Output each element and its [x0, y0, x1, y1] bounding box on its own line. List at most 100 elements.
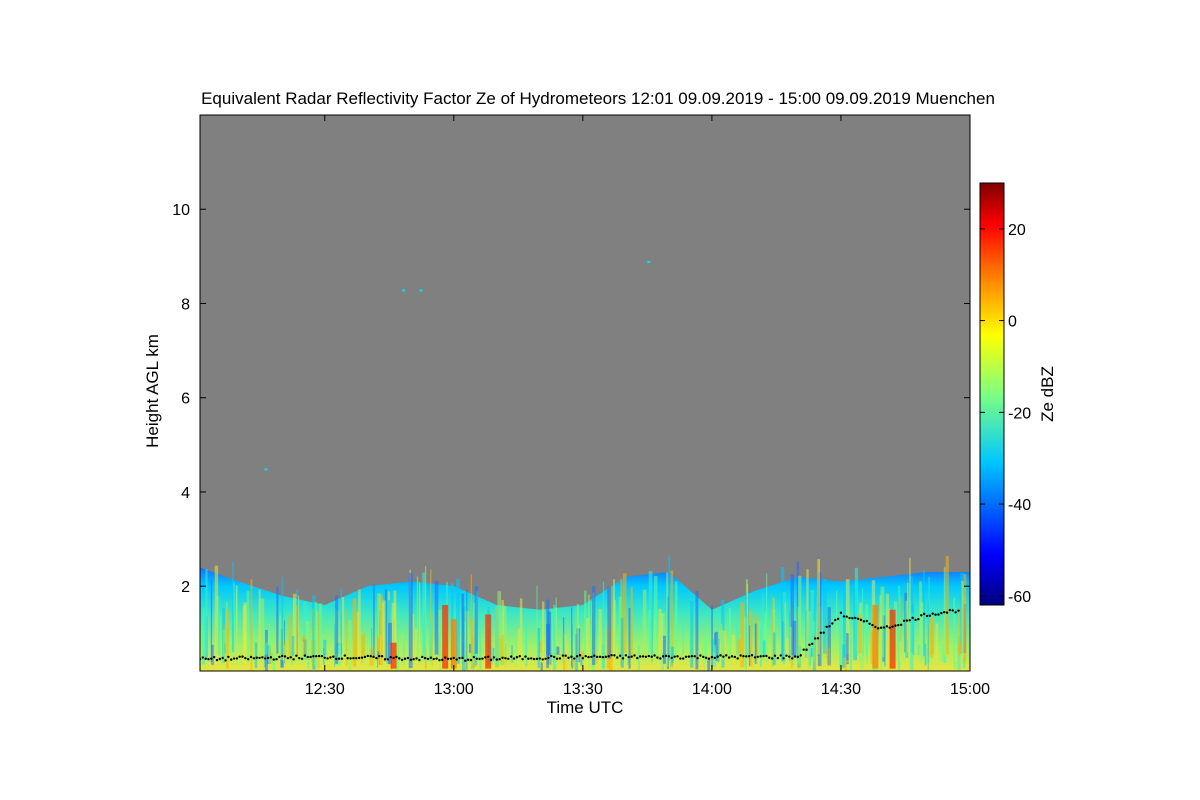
echo-streak — [536, 585, 538, 653]
cloud-base-point — [255, 656, 258, 659]
echo-streak — [941, 644, 945, 662]
echo-streak — [464, 621, 467, 661]
cloud-base-point — [799, 654, 803, 657]
echo-streak — [519, 598, 523, 658]
cloud-base-point — [899, 623, 903, 626]
isolated-echo — [419, 289, 423, 292]
cloud-base-point — [535, 657, 539, 661]
echo-streak — [322, 647, 325, 665]
cloud-base-point — [831, 622, 834, 625]
cloud-base-point — [659, 657, 662, 660]
echo-streak — [764, 613, 766, 657]
colorbar-tick-label: -60 — [1008, 589, 1031, 606]
cloud-base-point — [357, 656, 361, 660]
cloud-base-point — [564, 654, 567, 657]
cloud-base-point — [595, 655, 599, 659]
cloud-base-point — [836, 617, 840, 621]
cloud-base-point — [650, 655, 653, 658]
cloud-base-point — [647, 654, 651, 658]
echo-streak — [291, 636, 295, 656]
cloud-base-point — [555, 657, 559, 660]
echo-streak — [953, 661, 957, 670]
cloud-base-point — [733, 655, 737, 659]
y-tick-label: 10 — [172, 202, 190, 219]
cloud-base-point — [438, 658, 441, 662]
x-axis-label: Time UTC — [547, 698, 624, 717]
cloud-base-point — [590, 655, 593, 659]
echo-core — [1087, 624, 1093, 669]
y-tick-label: 4 — [181, 485, 190, 502]
cloud-base-point — [478, 657, 481, 661]
echo-streak — [311, 640, 313, 662]
cloud-base-point — [618, 654, 622, 657]
echo-streak — [707, 658, 711, 671]
echo-streak — [416, 576, 419, 662]
echo-streak — [702, 638, 706, 663]
cloud-base-point — [636, 656, 639, 660]
echo-streak — [269, 624, 271, 668]
cloud-base-point — [235, 657, 239, 660]
cloud-base-point — [713, 656, 716, 660]
echo-streak — [373, 584, 375, 658]
cloud-base-point — [498, 658, 501, 661]
isolated-echo — [402, 289, 406, 292]
echo-streak — [906, 582, 909, 653]
echo-streak — [230, 630, 232, 656]
cloud-base-point — [337, 657, 341, 660]
cloud-base-point — [710, 655, 714, 659]
echo-streak — [515, 636, 517, 668]
cloud-base-point — [366, 654, 369, 658]
cloud-base-point — [573, 657, 576, 660]
cloud-base-point — [264, 657, 267, 660]
cloud-base-point — [917, 617, 920, 621]
echo-streak — [214, 565, 219, 671]
echo-streak — [232, 561, 234, 653]
echo-streak — [703, 663, 706, 671]
echo-streak — [762, 593, 764, 660]
cloud-base-point — [346, 657, 349, 660]
cloud-base-point — [621, 657, 625, 660]
echo-streak — [276, 586, 279, 654]
echo-streak — [403, 636, 405, 660]
echo-streak — [371, 628, 373, 658]
cloud-base-point — [295, 654, 298, 657]
cloud-base-point — [492, 656, 496, 659]
cloud-base-point — [871, 623, 874, 627]
cloud-base-point — [773, 654, 777, 657]
cloud-base-point — [891, 625, 894, 628]
echo-streak — [348, 620, 352, 670]
cloud-base-point — [639, 655, 642, 658]
cloud-base-point — [409, 658, 412, 662]
cloud-base-point — [742, 655, 745, 658]
cloud-base-point — [925, 614, 929, 618]
echo-streak — [849, 638, 852, 671]
cloud-base-point — [616, 656, 619, 659]
cloud-base-point — [227, 655, 230, 659]
colorbar-tick-label: 20 — [1008, 222, 1026, 239]
cloud-base-point — [289, 656, 292, 659]
cloud-base-point — [221, 656, 224, 660]
echo-streak — [205, 569, 208, 654]
echo-streak — [382, 600, 386, 662]
echo-streak — [810, 589, 815, 656]
cloud-base-point — [765, 654, 768, 658]
cloud-base-point — [834, 618, 837, 622]
cloud-base-point — [544, 657, 547, 660]
cloud-base-point — [552, 655, 556, 659]
cloud-base-point — [756, 655, 759, 659]
echo-streak — [428, 620, 433, 662]
cloud-base-point — [466, 658, 470, 661]
echo-streak — [517, 628, 521, 656]
cloud-base-point — [601, 655, 605, 659]
echo-streak — [281, 576, 284, 658]
echo-streak — [910, 613, 914, 671]
cloud-base-point — [908, 619, 911, 622]
cloud-base-point — [567, 656, 570, 660]
echo-streak — [653, 576, 658, 658]
echo-streak — [474, 586, 478, 654]
cloud-base-point — [790, 657, 794, 660]
cloud-base-point — [521, 657, 524, 661]
echo-streak — [551, 608, 553, 654]
echo-streak — [317, 610, 320, 669]
echo-streak — [219, 615, 222, 661]
